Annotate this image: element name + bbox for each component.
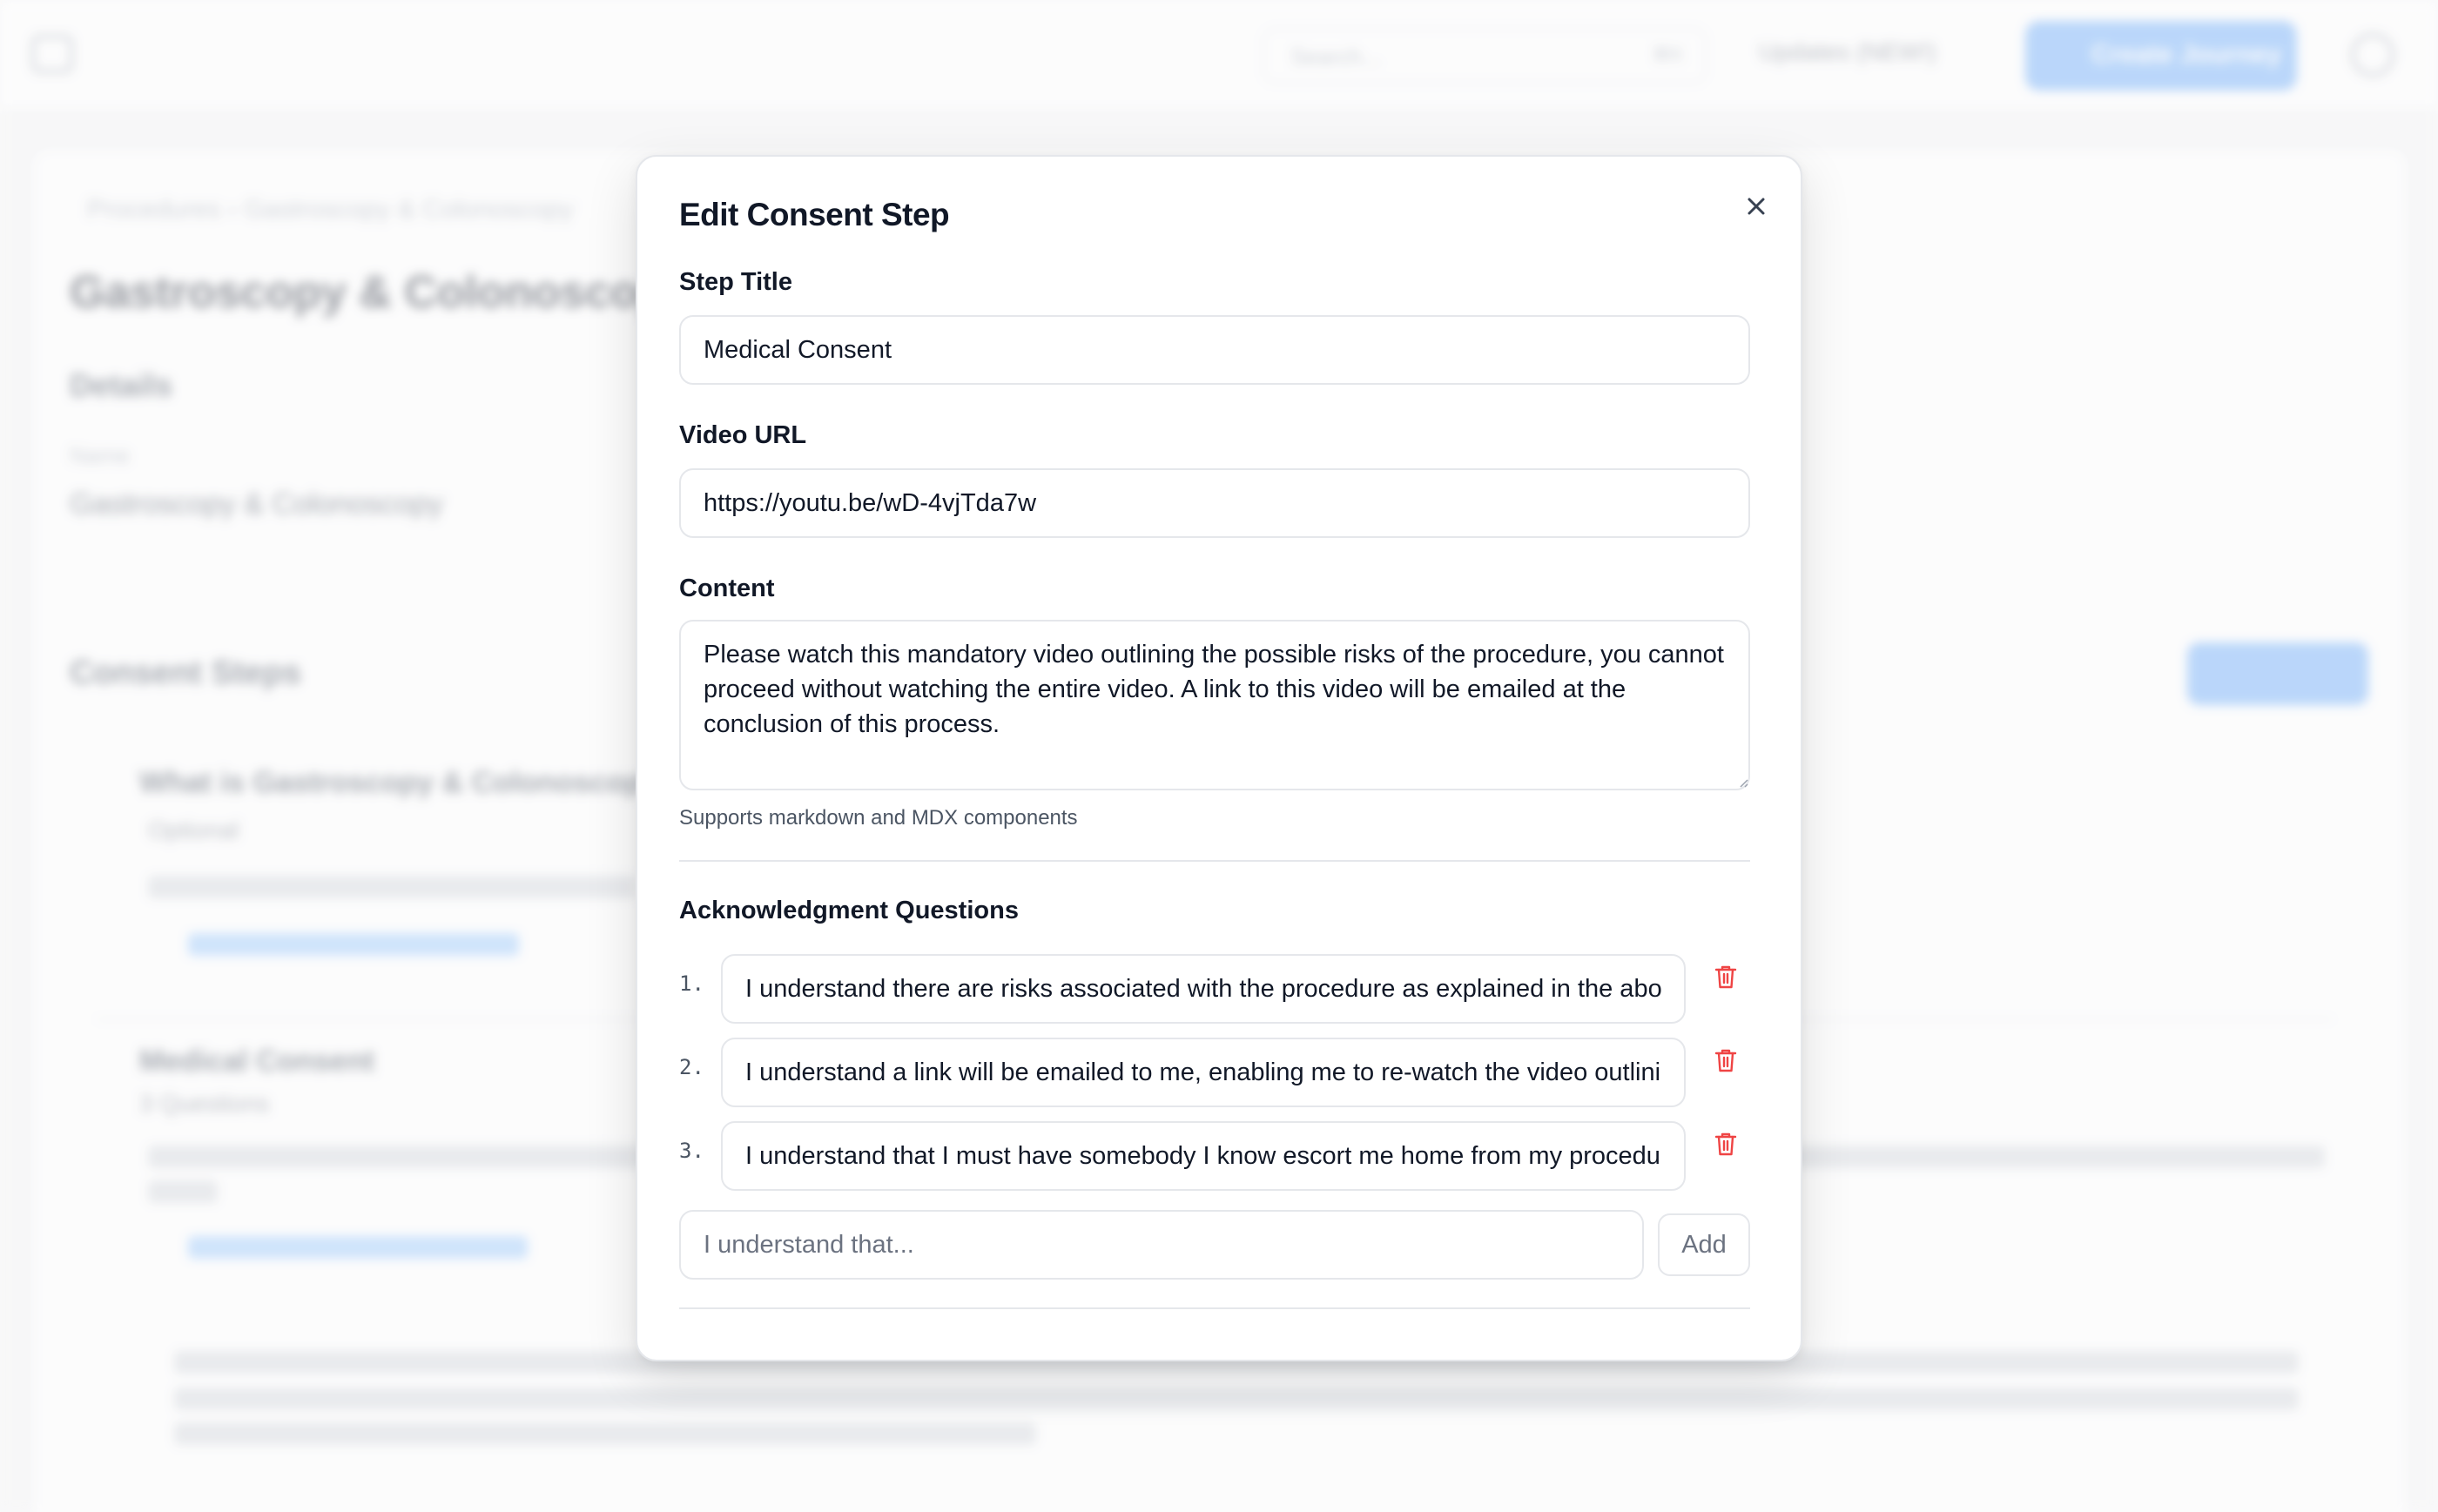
divider	[679, 1307, 1750, 1309]
trash-icon[interactable]	[1708, 1043, 1743, 1078]
resize-grip-icon[interactable]	[1738, 776, 1748, 788]
trash-icon[interactable]	[1708, 1126, 1743, 1161]
acknowledgment-questions-label: Acknowledgment Questions	[679, 897, 1019, 924]
content-textarea[interactable]: Please watch this mandatory video outlin…	[679, 620, 1750, 790]
step-title-input[interactable]	[679, 315, 1750, 385]
question-2-input[interactable]	[721, 1038, 1686, 1107]
question-1-input[interactable]	[721, 954, 1686, 1024]
content-label: Content	[679, 575, 775, 602]
question-3-input[interactable]	[721, 1121, 1686, 1191]
add-question-button[interactable]: Add	[1658, 1213, 1750, 1276]
new-question-input[interactable]	[679, 1210, 1644, 1280]
video-url-label: Video URL	[679, 421, 807, 449]
question-2-number: 2.	[679, 1055, 704, 1079]
trash-icon[interactable]	[1708, 959, 1743, 994]
step-title-label: Step Title	[679, 268, 792, 296]
close-icon[interactable]	[1736, 186, 1776, 226]
video-url-input[interactable]	[679, 468, 1750, 538]
question-3-number: 3.	[679, 1139, 704, 1163]
edit-consent-step-dialog: Edit Consent Step Step Title Video URL C…	[636, 155, 1802, 1361]
question-1-number: 1.	[679, 971, 704, 996]
dialog-title: Edit Consent Step	[679, 197, 950, 232]
divider	[679, 860, 1750, 862]
content-hint: Supports markdown and MDX components	[679, 806, 1078, 830]
